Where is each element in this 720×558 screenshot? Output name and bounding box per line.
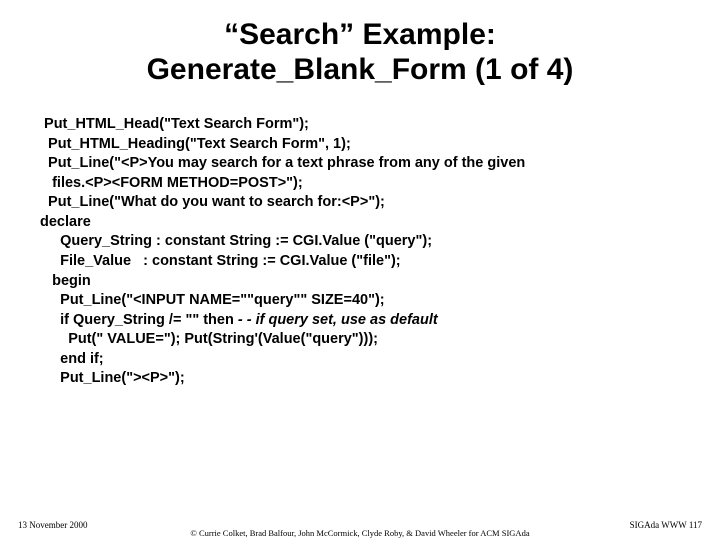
slide-title: “Search” Example: Generate_Blank_Form (1…: [0, 18, 720, 87]
code-line: Put_HTML_Head("Text Search Form");: [40, 116, 309, 132]
code-line: Put_Line("><P>");: [40, 370, 185, 386]
code-line: Put_Line("What do you want to search for…: [40, 194, 385, 210]
code-line: begin: [40, 273, 91, 289]
code-line: files.<P><FORM METHOD=POST>");: [40, 175, 303, 191]
code-line: Put(" VALUE="); Put(String'(Value("query…: [40, 331, 378, 347]
code-line: end if;: [40, 351, 104, 367]
footer-date: 13 November 2000: [18, 520, 88, 530]
code-line: File_Value : constant String := CGI.Valu…: [40, 253, 401, 269]
title-line-1: “Search” Example:: [0, 18, 720, 53]
footer-credit: © Currie Colket, Brad Balfour, John McCo…: [0, 506, 720, 538]
footer-page: SIGAda WWW 117: [630, 520, 702, 530]
code-line: if Query_String /= "" then: [40, 312, 238, 328]
title-line-2: Generate_Blank_Form (1 of 4): [0, 53, 720, 88]
code-comment: - - if query set, use as default: [238, 312, 438, 328]
slide: “Search” Example: Generate_Blank_Form (1…: [0, 18, 720, 558]
code-block: Put_HTML_Head("Text Search Form"); Put_H…: [40, 115, 686, 389]
code-line: Put_HTML_Heading("Text Search Form", 1);: [40, 136, 351, 152]
footer: 13 November 2000 SIGAda WWW 117 © Currie…: [0, 506, 720, 538]
code-line: Put_Line("<INPUT NAME=""query"" SIZE=40"…: [40, 292, 385, 308]
code-line: Query_String : constant String := CGI.Va…: [40, 233, 432, 249]
code-line: Put_Line("<P>You may search for a text p…: [40, 155, 525, 171]
code-line: declare: [40, 214, 91, 230]
